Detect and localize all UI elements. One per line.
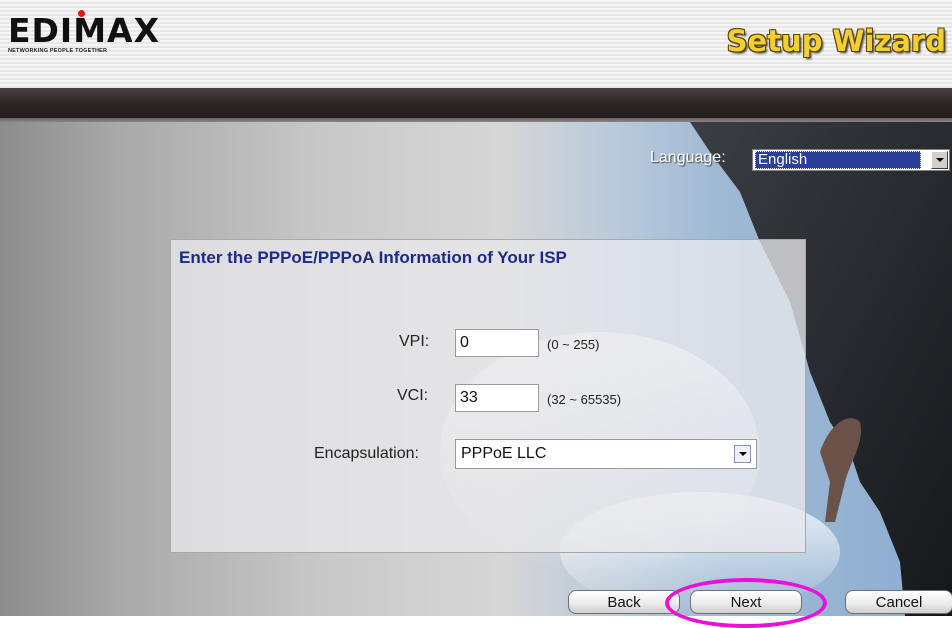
language-selected-value: English bbox=[755, 151, 921, 169]
climber-shape bbox=[820, 418, 862, 522]
vpi-label: VPI: bbox=[399, 333, 430, 350]
vci-input[interactable] bbox=[455, 384, 539, 412]
language-dropdown-button[interactable] bbox=[931, 151, 948, 169]
language-select[interactable]: English bbox=[752, 149, 950, 171]
encapsulation-label: Encapsulation: bbox=[314, 445, 419, 462]
chevron-down-icon bbox=[739, 452, 747, 456]
vci-label: VCI: bbox=[397, 387, 429, 404]
logo-wordmark: EDIMAX bbox=[8, 11, 161, 50]
page-title: Setup Wizard bbox=[726, 24, 946, 58]
encapsulation-select[interactable]: PPPoE LLC bbox=[455, 439, 757, 469]
vci-range-hint: (32 ~ 65535) bbox=[547, 392, 622, 407]
next-button[interactable]: Next bbox=[690, 590, 802, 614]
encapsulation-dropdown-button[interactable] bbox=[734, 445, 751, 463]
cancel-button[interactable]: Cancel bbox=[845, 590, 952, 614]
vpi-input[interactable] bbox=[455, 329, 539, 357]
panel-title: Enter the PPPoE/PPPoA Information of You… bbox=[179, 248, 567, 267]
chevron-down-icon bbox=[936, 158, 944, 162]
header-divider-bar bbox=[0, 88, 952, 122]
encapsulation-selected-value: PPPoE LLC bbox=[461, 445, 547, 462]
edimax-logo: EDIMAX NETWORKING PEOPLE TOGETHER bbox=[8, 10, 161, 54]
pppoe-settings-panel: Enter the PPPoE/PPPoA Information of You… bbox=[170, 239, 806, 553]
logo-dot bbox=[78, 10, 85, 17]
back-button[interactable]: Back bbox=[568, 590, 680, 614]
language-label: Language: bbox=[650, 149, 726, 166]
vpi-range-hint: (0 ~ 255) bbox=[547, 337, 600, 352]
header: EDIMAX NETWORKING PEOPLE TOGETHER Setup … bbox=[0, 0, 952, 88]
